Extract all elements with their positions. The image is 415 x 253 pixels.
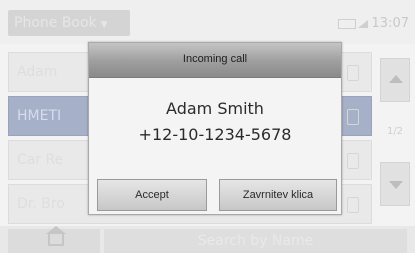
contact-name: Dr. Bro	[17, 196, 65, 212]
clock: 13:07	[371, 16, 409, 31]
accept-button[interactable]: Accept	[97, 179, 207, 211]
battery-icon	[337, 18, 356, 29]
top-bar: Phone Book ▼ 13:07	[0, 0, 415, 44]
status-area: 13:07	[337, 16, 409, 31]
arrow-up-icon	[389, 75, 403, 83]
phone-icon	[347, 197, 359, 213]
contact-name: HMETI	[17, 108, 62, 124]
contact-name: Car Re	[17, 152, 64, 168]
phone-book-menu[interactable]: Phone Book ▼	[8, 10, 130, 36]
app-title: Phone Book	[14, 15, 97, 31]
phone-icon	[347, 65, 359, 81]
phone-icon	[347, 153, 359, 169]
home-button[interactable]	[8, 226, 100, 253]
page-indicator: 1/2	[386, 126, 404, 137]
scroll-up-button[interactable]	[380, 58, 410, 102]
bottom-bar: Search by Name	[0, 226, 415, 253]
chevron-down-icon: ▼	[100, 20, 108, 30]
home-icon	[46, 226, 66, 246]
scroll-column: 1/2	[380, 52, 410, 228]
dialog-header: Incoming call	[89, 43, 341, 78]
incoming-call-dialog: Incoming call Adam Smith +12-10-1234-567…	[88, 42, 342, 215]
contact-name: Adam	[17, 64, 58, 80]
scroll-down-button[interactable]	[380, 162, 410, 206]
reject-call-button[interactable]: Zavrnitev klica	[219, 179, 337, 211]
search-by-name-button[interactable]: Search by Name	[104, 229, 407, 253]
caller-name: Adam Smith	[166, 99, 264, 118]
dialog-title: Incoming call	[182, 53, 248, 65]
phone-icon	[347, 109, 359, 125]
arrow-down-icon	[389, 181, 403, 189]
signal-icon	[357, 19, 368, 28]
caller-number: +12-10-1234-5678	[138, 125, 292, 144]
phone-screen: Phone Book ▼ 13:07 Adam HMETI Car Re Dr. …	[0, 0, 415, 253]
